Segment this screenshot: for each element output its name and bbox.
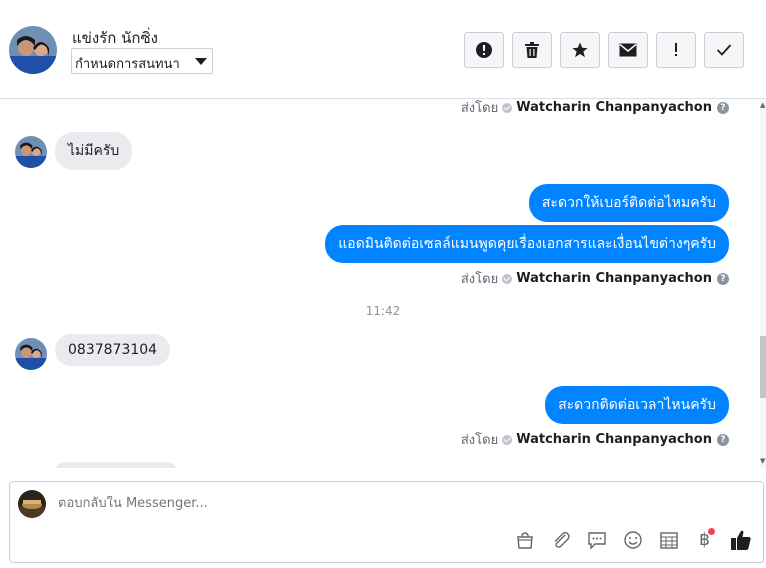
check-circle-icon bbox=[502, 434, 513, 445]
notification-dot bbox=[708, 528, 715, 535]
time-separator: 11:42 bbox=[365, 304, 401, 318]
saved-reply-button[interactable] bbox=[584, 528, 609, 552]
incoming-message-partial[interactable] bbox=[55, 462, 177, 468]
scroll-down-icon[interactable]: ▼ bbox=[760, 456, 766, 466]
sent-by-label: ส่งโดย bbox=[460, 433, 499, 448]
like-icon bbox=[730, 530, 751, 550]
scroll-up-icon[interactable]: ▲ bbox=[760, 100, 766, 110]
agent-name[interactable]: Watcharin Chanpanyachon bbox=[516, 100, 712, 115]
conversation-header: แข่งรัก นักซิ่ง กำหนดการสนทนา bbox=[0, 0, 766, 99]
attach-button[interactable] bbox=[548, 528, 573, 552]
page-avatar bbox=[18, 490, 46, 518]
reply-composer: ฿ bbox=[9, 481, 764, 563]
thread-scrollbar[interactable] bbox=[760, 100, 766, 468]
shopping-bag-icon bbox=[516, 532, 533, 549]
sent-by-label: ส่งโดย bbox=[460, 101, 499, 116]
emoji-icon bbox=[623, 531, 642, 549]
sent-by-row: ส่งโดย Watcharin Chanpanyachon ? bbox=[461, 100, 729, 118]
trash-icon bbox=[525, 42, 539, 58]
agent-name[interactable]: Watcharin Chanpanyachon bbox=[516, 432, 712, 447]
appointment-icon bbox=[659, 532, 678, 549]
composer-toolbar: ฿ bbox=[512, 528, 753, 552]
scrollbar-thumb[interactable] bbox=[760, 336, 766, 398]
incoming-message[interactable]: 0837873104 bbox=[55, 334, 171, 366]
mark-unread-button[interactable] bbox=[608, 32, 648, 68]
like-button[interactable] bbox=[728, 528, 753, 552]
check-circle-icon bbox=[502, 102, 513, 113]
alert-circle-icon bbox=[476, 42, 492, 58]
outgoing-message[interactable]: สะดวกติดต่อเวลาไหนครับ bbox=[545, 386, 729, 424]
appointment-button[interactable] bbox=[656, 528, 681, 552]
incoming-message[interactable]: ไม่มีครับ bbox=[55, 132, 133, 170]
assign-conversation-dropdown[interactable]: กำหนดการสนทนา bbox=[71, 48, 213, 74]
star-button[interactable] bbox=[560, 32, 600, 68]
star-icon bbox=[572, 42, 588, 58]
emoji-button[interactable] bbox=[620, 528, 645, 552]
spam-button[interactable] bbox=[464, 32, 504, 68]
outgoing-message[interactable]: สะดวกให้เบอร์ติดต่อไหมครับ bbox=[528, 184, 729, 222]
info-icon[interactable]: ? bbox=[717, 101, 729, 114]
conversation-toolbar bbox=[464, 32, 744, 68]
exclamation-icon bbox=[675, 43, 677, 56]
sent-by-label: ส่งโดย bbox=[460, 272, 499, 287]
sent-by-row: ส่งโดย Watcharin Chanpanyachon ? bbox=[461, 429, 729, 450]
delete-button[interactable] bbox=[512, 32, 552, 68]
shopping-bag-button[interactable] bbox=[512, 528, 537, 552]
outgoing-message[interactable]: แอดมินติดต่อเซลล์แมนพูดคุยเรื่องเอกสารแล… bbox=[325, 225, 729, 263]
contact-name[interactable]: แข่งรัก นักซิ่ง bbox=[72, 26, 158, 50]
follow-up-button[interactable] bbox=[656, 32, 696, 68]
sent-by-row: ส่งโดย Watcharin Chanpanyachon ? bbox=[461, 268, 729, 289]
payment-button[interactable]: ฿ bbox=[692, 528, 717, 552]
saved-reply-icon bbox=[587, 532, 606, 550]
envelope-icon bbox=[619, 43, 637, 57]
message-thread[interactable]: ส่งโดย Watcharin Chanpanyachon ? ไม่มีคร… bbox=[0, 100, 766, 468]
agent-name[interactable]: Watcharin Chanpanyachon bbox=[516, 271, 712, 286]
check-icon bbox=[716, 44, 732, 56]
check-circle-icon bbox=[502, 273, 513, 284]
caret-down-icon bbox=[195, 58, 207, 65]
info-icon[interactable]: ? bbox=[717, 433, 729, 446]
paperclip-icon bbox=[554, 531, 570, 548]
contact-message-avatar[interactable] bbox=[15, 338, 47, 370]
done-button[interactable] bbox=[704, 32, 744, 68]
reply-input[interactable] bbox=[58, 496, 738, 511]
contact-avatar[interactable] bbox=[9, 26, 57, 74]
contact-message-avatar[interactable] bbox=[15, 136, 47, 168]
assign-dropdown-label: กำหนดการสนทนา bbox=[75, 57, 180, 72]
info-icon[interactable]: ? bbox=[717, 272, 729, 285]
